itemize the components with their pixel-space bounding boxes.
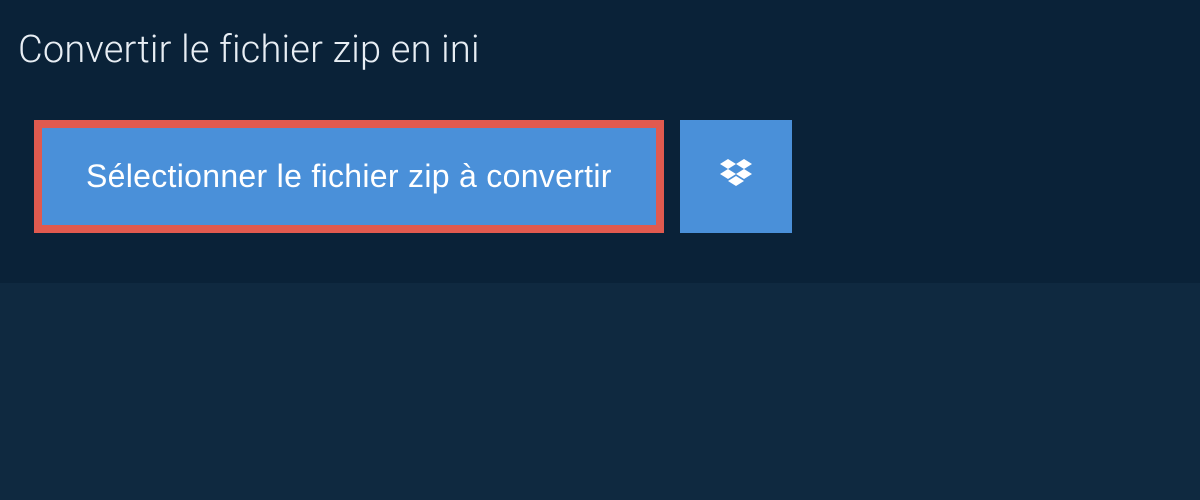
page-title: Convertir le fichier zip en ini	[18, 28, 480, 72]
button-row: Sélectionner le fichier zip à convertir	[0, 100, 1200, 243]
dropbox-icon	[716, 155, 756, 198]
converter-panel: Convertir le fichier zip en ini Sélectio…	[0, 0, 1200, 283]
select-file-label: Sélectionner le fichier zip à convertir	[86, 158, 612, 195]
title-bar: Convertir le fichier zip en ini	[0, 0, 520, 100]
select-file-button[interactable]: Sélectionner le fichier zip à convertir	[34, 120, 664, 233]
dropbox-button[interactable]	[680, 120, 792, 233]
